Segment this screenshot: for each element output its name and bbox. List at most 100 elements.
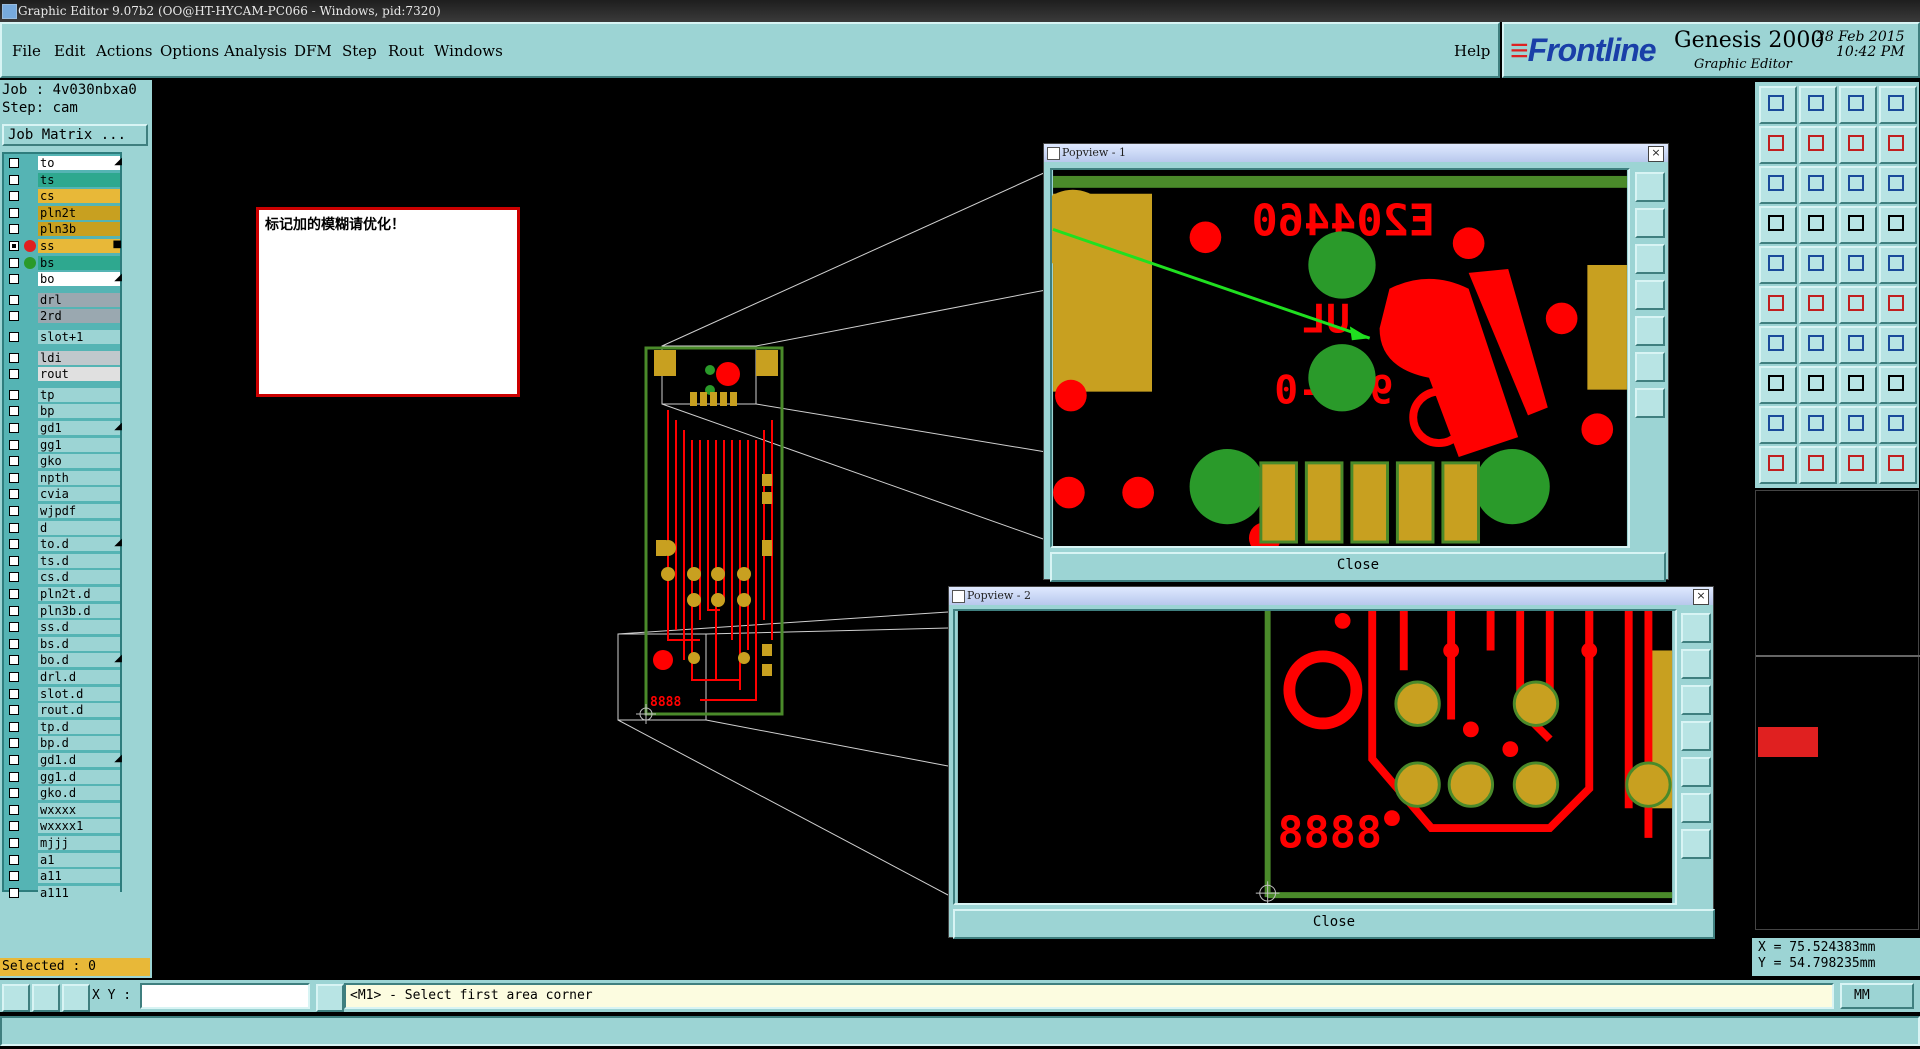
layer-name[interactable]: bp bbox=[38, 404, 120, 419]
layer-name[interactable]: gko.d bbox=[38, 786, 120, 801]
popview-2-close-x-button[interactable]: × bbox=[1693, 589, 1709, 605]
zoom-out-icon[interactable] bbox=[1681, 685, 1711, 715]
scale-icon[interactable] bbox=[1839, 166, 1877, 204]
triangle2-icon[interactable] bbox=[1799, 406, 1837, 444]
layer-checkbox[interactable] bbox=[9, 821, 19, 832]
measure-icon[interactable] bbox=[32, 984, 60, 1012]
info-icon[interactable] bbox=[316, 984, 344, 1012]
layer-name[interactable]: gg1 bbox=[38, 437, 120, 452]
layer-checkbox[interactable] bbox=[9, 456, 19, 467]
select-node-icon[interactable] bbox=[1879, 286, 1917, 324]
zoom-to-fit-icon[interactable] bbox=[1635, 172, 1665, 202]
layer-name[interactable]: bo.d bbox=[38, 653, 120, 668]
layer-row[interactable]: bp bbox=[4, 404, 124, 419]
layer-name[interactable]: wxxxx bbox=[38, 802, 120, 817]
dash-icon[interactable] bbox=[1799, 366, 1837, 404]
layer-checkbox[interactable] bbox=[9, 489, 19, 500]
line-icon[interactable] bbox=[1759, 326, 1797, 364]
layer-checkbox[interactable] bbox=[9, 423, 19, 433]
layer-name[interactable]: to bbox=[38, 156, 120, 170]
menu-options[interactable]: Options bbox=[160, 42, 219, 60]
layer-row[interactable]: gg1 bbox=[4, 437, 124, 452]
layer-row[interactable]: bs.d bbox=[4, 636, 124, 651]
layer-checkbox[interactable] bbox=[9, 804, 19, 815]
layer-name[interactable]: cs.d bbox=[38, 570, 120, 585]
layer-name[interactable]: a1 bbox=[38, 852, 120, 867]
menu-windows[interactable]: Windows bbox=[434, 42, 503, 60]
layer-row[interactable]: npth bbox=[4, 470, 124, 485]
layer-row[interactable]: gko.d bbox=[4, 786, 124, 801]
menu-step[interactable]: Step bbox=[342, 42, 377, 60]
units-selector[interactable]: MM bbox=[1840, 983, 1914, 1009]
layer-row[interactable]: bo.d ◢ bbox=[4, 653, 124, 668]
layer-row[interactable]: wxxxx1 bbox=[4, 819, 124, 834]
xy-input[interactable] bbox=[140, 983, 310, 1009]
triangle3-icon[interactable] bbox=[1839, 406, 1877, 444]
open-step-icon[interactable] bbox=[1759, 86, 1797, 124]
layer-name[interactable]: bs bbox=[38, 255, 120, 270]
layer-row[interactable]: cvia bbox=[4, 487, 124, 502]
layer-checkbox[interactable] bbox=[9, 332, 19, 342]
menu-analysis[interactable]: Analysis bbox=[224, 42, 287, 60]
layer-name[interactable]: a111 bbox=[38, 885, 120, 900]
pointer-icon[interactable] bbox=[1759, 446, 1797, 484]
layer-name[interactable]: bs.d bbox=[38, 636, 120, 651]
zoom-to-fit-icon[interactable] bbox=[1681, 613, 1711, 643]
layer-name[interactable]: tp bbox=[38, 387, 120, 402]
fit-icon[interactable] bbox=[1759, 166, 1797, 204]
popview-1-canvas[interactable]: E204460 UL 94V-0 bbox=[1050, 168, 1630, 548]
filter-icon[interactable] bbox=[1759, 206, 1797, 244]
layer-name[interactable]: gg1.d bbox=[38, 769, 120, 784]
layer-name[interactable]: bp.d bbox=[38, 736, 120, 751]
layer-name[interactable]: ldi bbox=[38, 350, 120, 365]
layer-name[interactable]: pln2t.d bbox=[38, 587, 120, 601]
pan-left-icon[interactable] bbox=[1681, 721, 1711, 751]
layer-checkbox[interactable] bbox=[9, 788, 19, 799]
pan-right-icon[interactable] bbox=[1681, 757, 1711, 787]
layer-row[interactable]: pln2t.d bbox=[4, 587, 124, 601]
layer-name[interactable]: wjpdf bbox=[38, 504, 120, 518]
pin-icon[interactable] bbox=[1839, 206, 1877, 244]
layer-checkbox[interactable] bbox=[9, 158, 19, 168]
layer-row[interactable]: ss ■ bbox=[4, 239, 124, 253]
overview-pane[interactable] bbox=[1755, 490, 1920, 930]
layer-row[interactable]: cs bbox=[4, 189, 124, 204]
layer-checkbox[interactable] bbox=[9, 539, 19, 550]
node-icon[interactable] bbox=[1839, 286, 1877, 324]
layer-checkbox[interactable] bbox=[9, 655, 19, 666]
popview-2-title-bar[interactable]: Popview - 2 × bbox=[949, 587, 1713, 605]
window-icon[interactable] bbox=[1879, 86, 1917, 124]
layer-row[interactable]: rout bbox=[4, 367, 124, 382]
layer-checkbox[interactable] bbox=[9, 369, 19, 380]
layer-row[interactable]: gg1.d bbox=[4, 769, 124, 784]
popview-2-canvas[interactable]: 8888 bbox=[953, 609, 1677, 905]
layer-name[interactable]: a11 bbox=[38, 869, 120, 884]
layer-checkbox[interactable] bbox=[9, 522, 19, 533]
zoom-area-icon[interactable] bbox=[1635, 388, 1665, 418]
layer-checkbox[interactable] bbox=[9, 622, 19, 633]
add-surface-icon[interactable] bbox=[1799, 246, 1837, 284]
zoom-area-icon[interactable] bbox=[1681, 829, 1711, 859]
layer-checkbox[interactable] bbox=[9, 241, 19, 251]
layer-row[interactable]: rout.d bbox=[4, 703, 124, 718]
pointer2-icon[interactable] bbox=[1799, 446, 1837, 484]
layer-checkbox[interactable] bbox=[9, 589, 19, 599]
layer-checkbox[interactable] bbox=[9, 721, 19, 732]
zoom-home-icon[interactable] bbox=[1681, 793, 1711, 823]
layer-checkbox[interactable] bbox=[9, 771, 19, 782]
mirror-icon[interactable] bbox=[1839, 126, 1877, 164]
layer-name[interactable]: pln3b bbox=[38, 222, 120, 237]
popview-1-window[interactable]: Popview - 1 × E204460 UL 94V-0 bbox=[1043, 143, 1669, 582]
route-icon[interactable] bbox=[1879, 126, 1917, 164]
layer-row[interactable]: gko bbox=[4, 454, 124, 469]
layer-checkbox[interactable] bbox=[9, 838, 19, 848]
layer-checkbox[interactable] bbox=[9, 274, 19, 285]
layer-checkbox[interactable] bbox=[9, 755, 19, 765]
popview-1-close-x-button[interactable]: × bbox=[1648, 146, 1664, 162]
layer-checkbox[interactable] bbox=[9, 555, 19, 566]
layer-row[interactable]: gd1.d ◢ bbox=[4, 753, 124, 767]
layer-row[interactable]: drl.d bbox=[4, 670, 124, 684]
layer-list-scroll-area[interactable] bbox=[128, 152, 150, 952]
menu-file[interactable]: File bbox=[12, 42, 41, 60]
layer-row[interactable]: 2rd bbox=[4, 309, 124, 324]
